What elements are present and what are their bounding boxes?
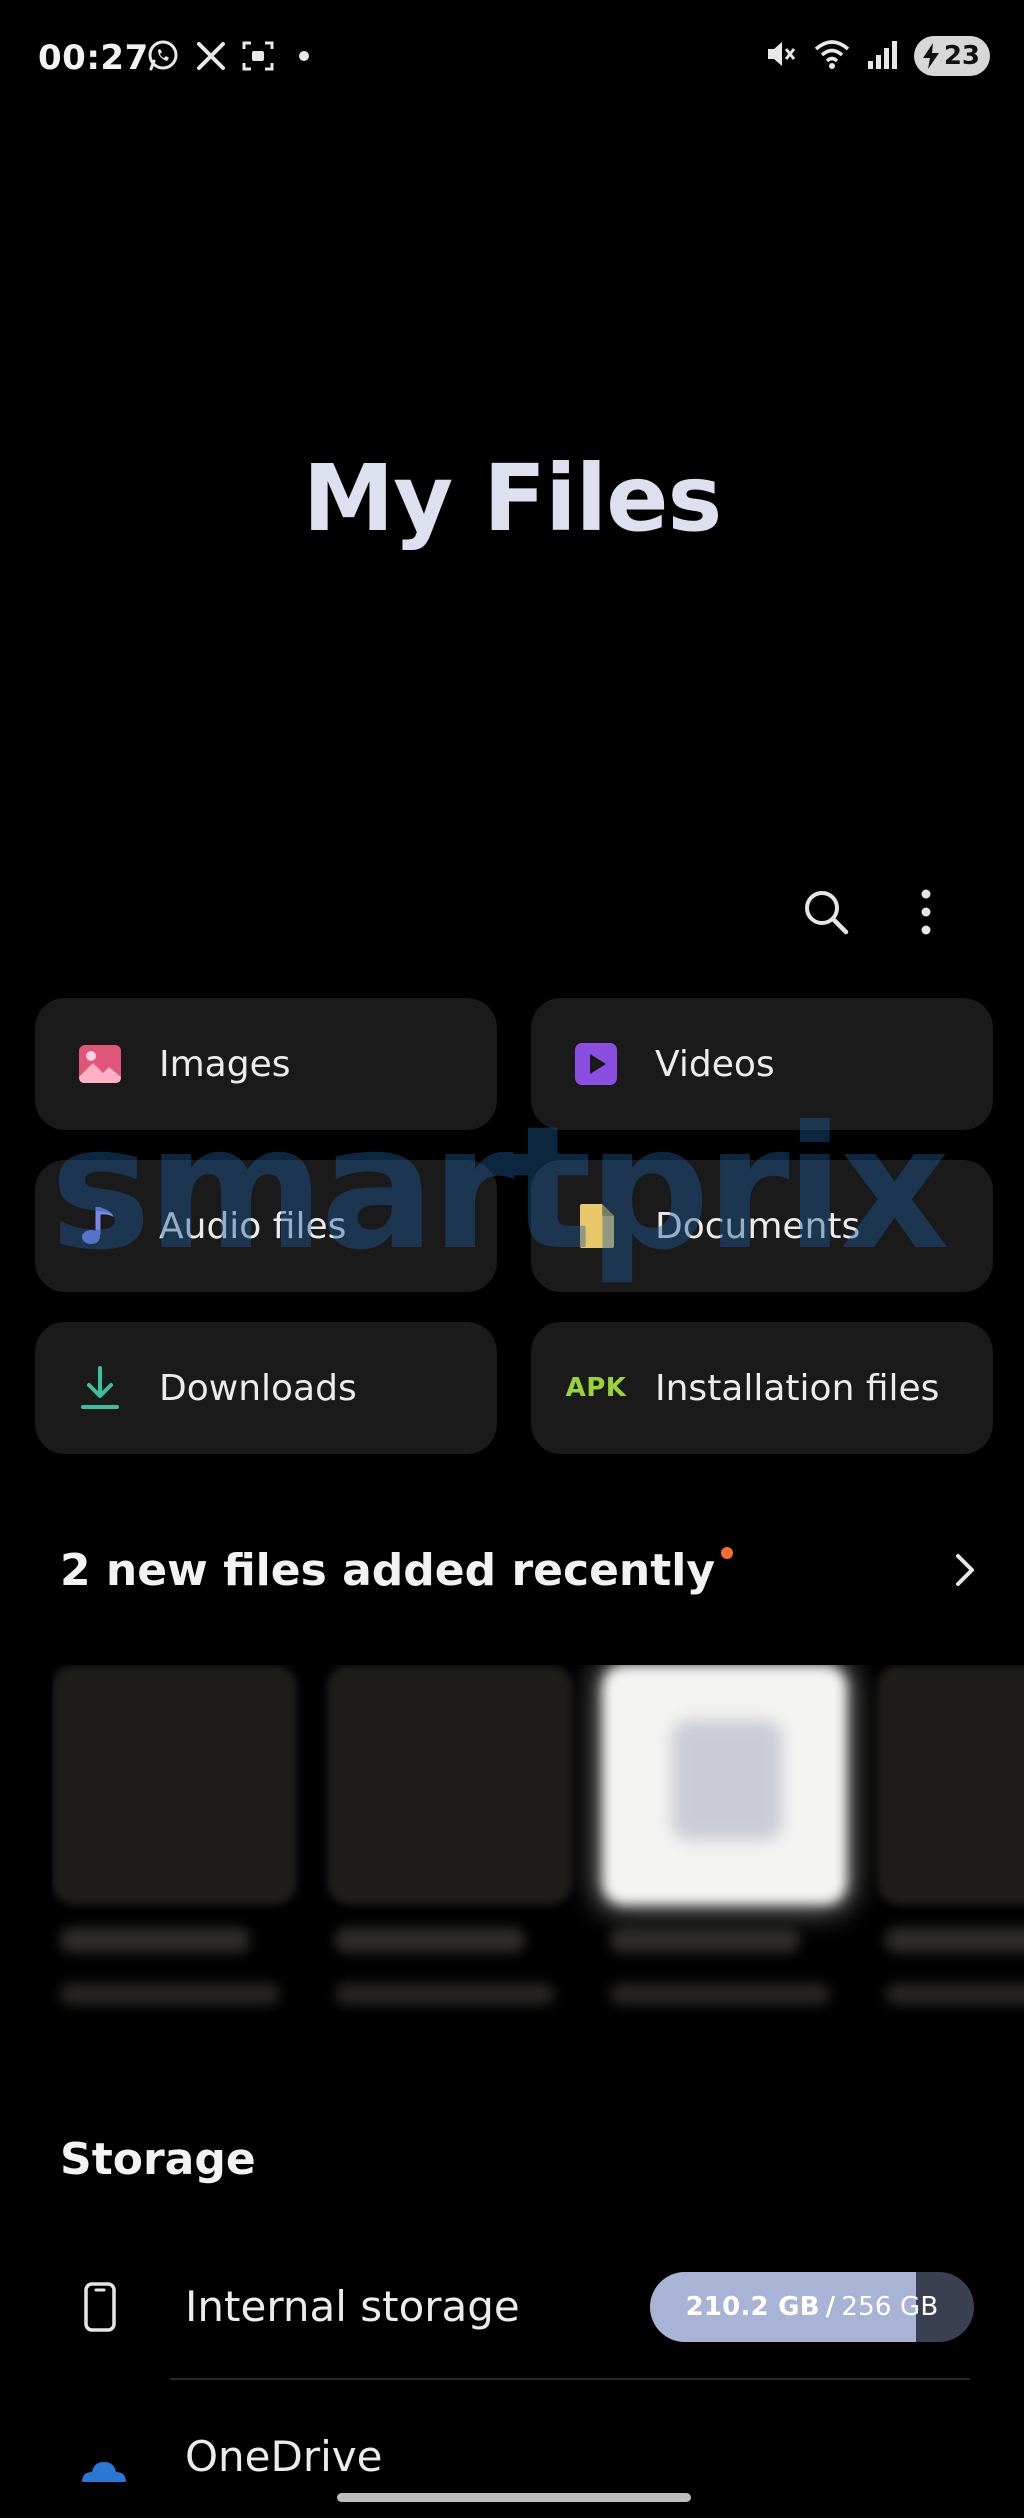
image-icon xyxy=(75,1039,125,1089)
battery-icon: 23 xyxy=(913,36,990,76)
status-left-icons xyxy=(145,38,309,74)
page-title: My Files xyxy=(302,445,723,552)
storage-separator: / xyxy=(825,2292,836,2322)
thumbnail-meta xyxy=(335,1983,555,2005)
category-documents[interactable]: Documents xyxy=(531,1160,993,1292)
more-options-button[interactable] xyxy=(896,882,956,942)
home-indicator[interactable] xyxy=(337,2493,691,2502)
divider xyxy=(170,2378,970,2380)
storage-used: 210.2 GB xyxy=(685,2292,820,2322)
status-bar: 00:27 23 xyxy=(0,0,1024,120)
thumbnail-image xyxy=(877,1665,1024,1905)
battery-level: 23 xyxy=(943,41,980,71)
storage-item-label: OneDrive xyxy=(185,2432,383,2481)
recent-files-carousel[interactable] xyxy=(52,1665,1024,2035)
thumbnail-caption xyxy=(885,1927,1024,1953)
category-videos[interactable]: Videos xyxy=(531,998,993,1130)
screenshot-icon xyxy=(241,39,275,73)
more-options-icon xyxy=(921,889,931,935)
signal-icon xyxy=(866,37,900,75)
category-label: Installation files xyxy=(655,1367,940,1409)
document-icon xyxy=(571,1201,621,1251)
thumbnail-caption xyxy=(335,1927,525,1953)
download-icon xyxy=(75,1363,125,1413)
recent-file-thumbnail[interactable] xyxy=(52,1665,297,2035)
recent-file-thumbnail[interactable] xyxy=(327,1665,572,2035)
notification-dot-icon xyxy=(299,51,309,61)
storage-total: 256 GB xyxy=(841,2292,939,2322)
x-icon xyxy=(195,40,227,72)
storage-section-title: Storage xyxy=(60,2134,256,2185)
video-play-icon xyxy=(672,1720,782,1840)
thumbnail-meta xyxy=(610,1983,830,2005)
apk-icon: APK xyxy=(565,1373,627,1403)
storage-usage-bar: 210.2 GB / 256 GB xyxy=(650,2272,974,2342)
storage-item-internal[interactable]: Internal storage 210.2 GB / 256 GB xyxy=(0,2246,1024,2366)
category-label: Images xyxy=(159,1043,291,1085)
thumbnail-caption xyxy=(610,1927,800,1953)
status-right-icons: 23 xyxy=(764,36,990,76)
thumbnail-image xyxy=(52,1665,297,1905)
category-installation-files[interactable]: APK Installation files xyxy=(531,1322,993,1454)
phone-icon xyxy=(78,2282,122,2332)
video-icon xyxy=(571,1039,621,1089)
status-time: 00:27 xyxy=(38,38,149,78)
storage-usage-text: 210.2 GB / 256 GB xyxy=(650,2272,974,2342)
category-label: Documents xyxy=(655,1205,861,1247)
recent-files-header[interactable]: 2 new files added recently xyxy=(60,1545,734,1596)
thumbnail-image xyxy=(327,1665,572,1905)
thumbnail-meta xyxy=(885,1983,1024,2005)
search-icon xyxy=(805,891,849,935)
music-note-icon xyxy=(75,1201,125,1251)
recent-file-thumbnail[interactable] xyxy=(602,1665,847,2035)
recent-files-title: 2 new files added recently xyxy=(60,1545,716,1596)
recent-files-more-button[interactable] xyxy=(942,1548,986,1592)
wifi-icon xyxy=(812,37,852,75)
category-audio-files[interactable]: Audio files xyxy=(35,1160,497,1292)
storage-item-label: Internal storage xyxy=(185,2282,520,2331)
thumbnail-meta xyxy=(60,1983,280,2005)
recent-file-thumbnail[interactable] xyxy=(877,1665,1024,2035)
mute-icon xyxy=(764,37,798,75)
thumbnail-caption xyxy=(60,1927,250,1953)
search-button[interactable] xyxy=(796,882,856,942)
charging-icon xyxy=(922,43,939,69)
category-downloads[interactable]: Downloads xyxy=(35,1322,497,1454)
category-label: Audio files xyxy=(159,1205,347,1247)
category-label: Videos xyxy=(655,1043,775,1085)
chevron-right-icon xyxy=(956,1554,974,1586)
new-badge-dot xyxy=(721,1547,734,1559)
category-images[interactable]: Images xyxy=(35,998,497,1130)
whatsapp-icon xyxy=(145,38,181,74)
category-label: Downloads xyxy=(159,1367,357,1409)
onedrive-icon xyxy=(78,2454,126,2504)
